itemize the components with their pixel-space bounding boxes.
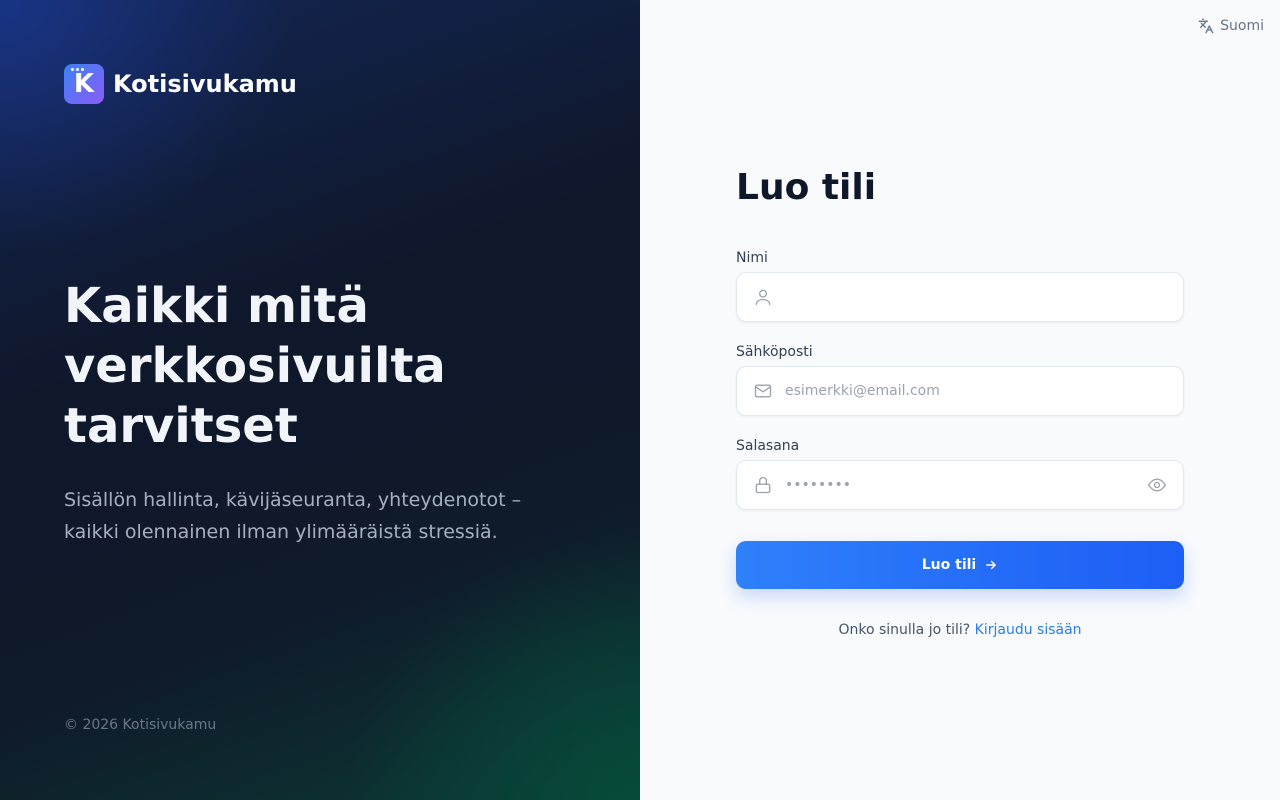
mail-icon [754, 384, 772, 398]
name-input-wrapper [736, 272, 1184, 322]
create-account-label: Luo tili [921, 557, 977, 573]
password-label: Salasana [736, 438, 800, 454]
translate-icon [1198, 18, 1214, 34]
signin-link[interactable]: Kirjaudu sisään [975, 622, 1082, 638]
hero-headline: Kaikki mitä verkkosivuilta tarvitset [64, 278, 446, 454]
copyright: © 2026 Kotisivukamu [64, 717, 217, 733]
language-label: Suomi [1220, 18, 1264, 34]
email-field-group: Sähköposti [736, 342, 1184, 416]
user-icon [755, 289, 771, 306]
name-input[interactable] [737, 273, 1183, 321]
signup-panel: Suomi Luo tili Nimi Sähköposti Salasana [640, 0, 1280, 800]
hero: Kaikki mitä verkkosivuilta tarvitset Sis… [64, 276, 584, 548]
logo-mark-icon: K [64, 64, 104, 104]
password-field-group: Salasana [736, 436, 1184, 510]
arrow-right-icon [986, 560, 997, 570]
brand-name: Kotisivukamu [113, 70, 297, 98]
signin-prompt-text: Onko sinulla jo tili? [838, 622, 971, 638]
lock-icon [755, 476, 771, 494]
create-account-button[interactable]: Luo tili [736, 541, 1184, 589]
email-input[interactable] [737, 367, 1183, 415]
logo-letter: K [73, 69, 95, 99]
logo[interactable]: K Kotisivukamu [64, 64, 297, 104]
eye-icon[interactable] [1147, 475, 1167, 495]
form-title: Luo tili [736, 167, 877, 208]
hero-subtitle: Sisällön hallinta, kävijäseuranta, yhtey… [64, 489, 522, 543]
brand-panel: K Kotisivukamu Kaikki mitä verkkosivuilt… [0, 0, 640, 800]
signin-prompt: Onko sinulla jo tili? Kirjaudu sisään [736, 622, 1184, 638]
email-label: Sähköposti [736, 344, 813, 360]
name-field-group: Nimi [736, 248, 1184, 322]
password-input[interactable] [737, 461, 1183, 509]
name-label: Nimi [736, 250, 768, 266]
email-input-wrapper [736, 366, 1184, 416]
signup-form: Luo tili Nimi Sähköposti Salasana [736, 166, 1184, 638]
language-switcher[interactable]: Suomi [1198, 16, 1264, 36]
password-input-wrapper [736, 460, 1184, 510]
